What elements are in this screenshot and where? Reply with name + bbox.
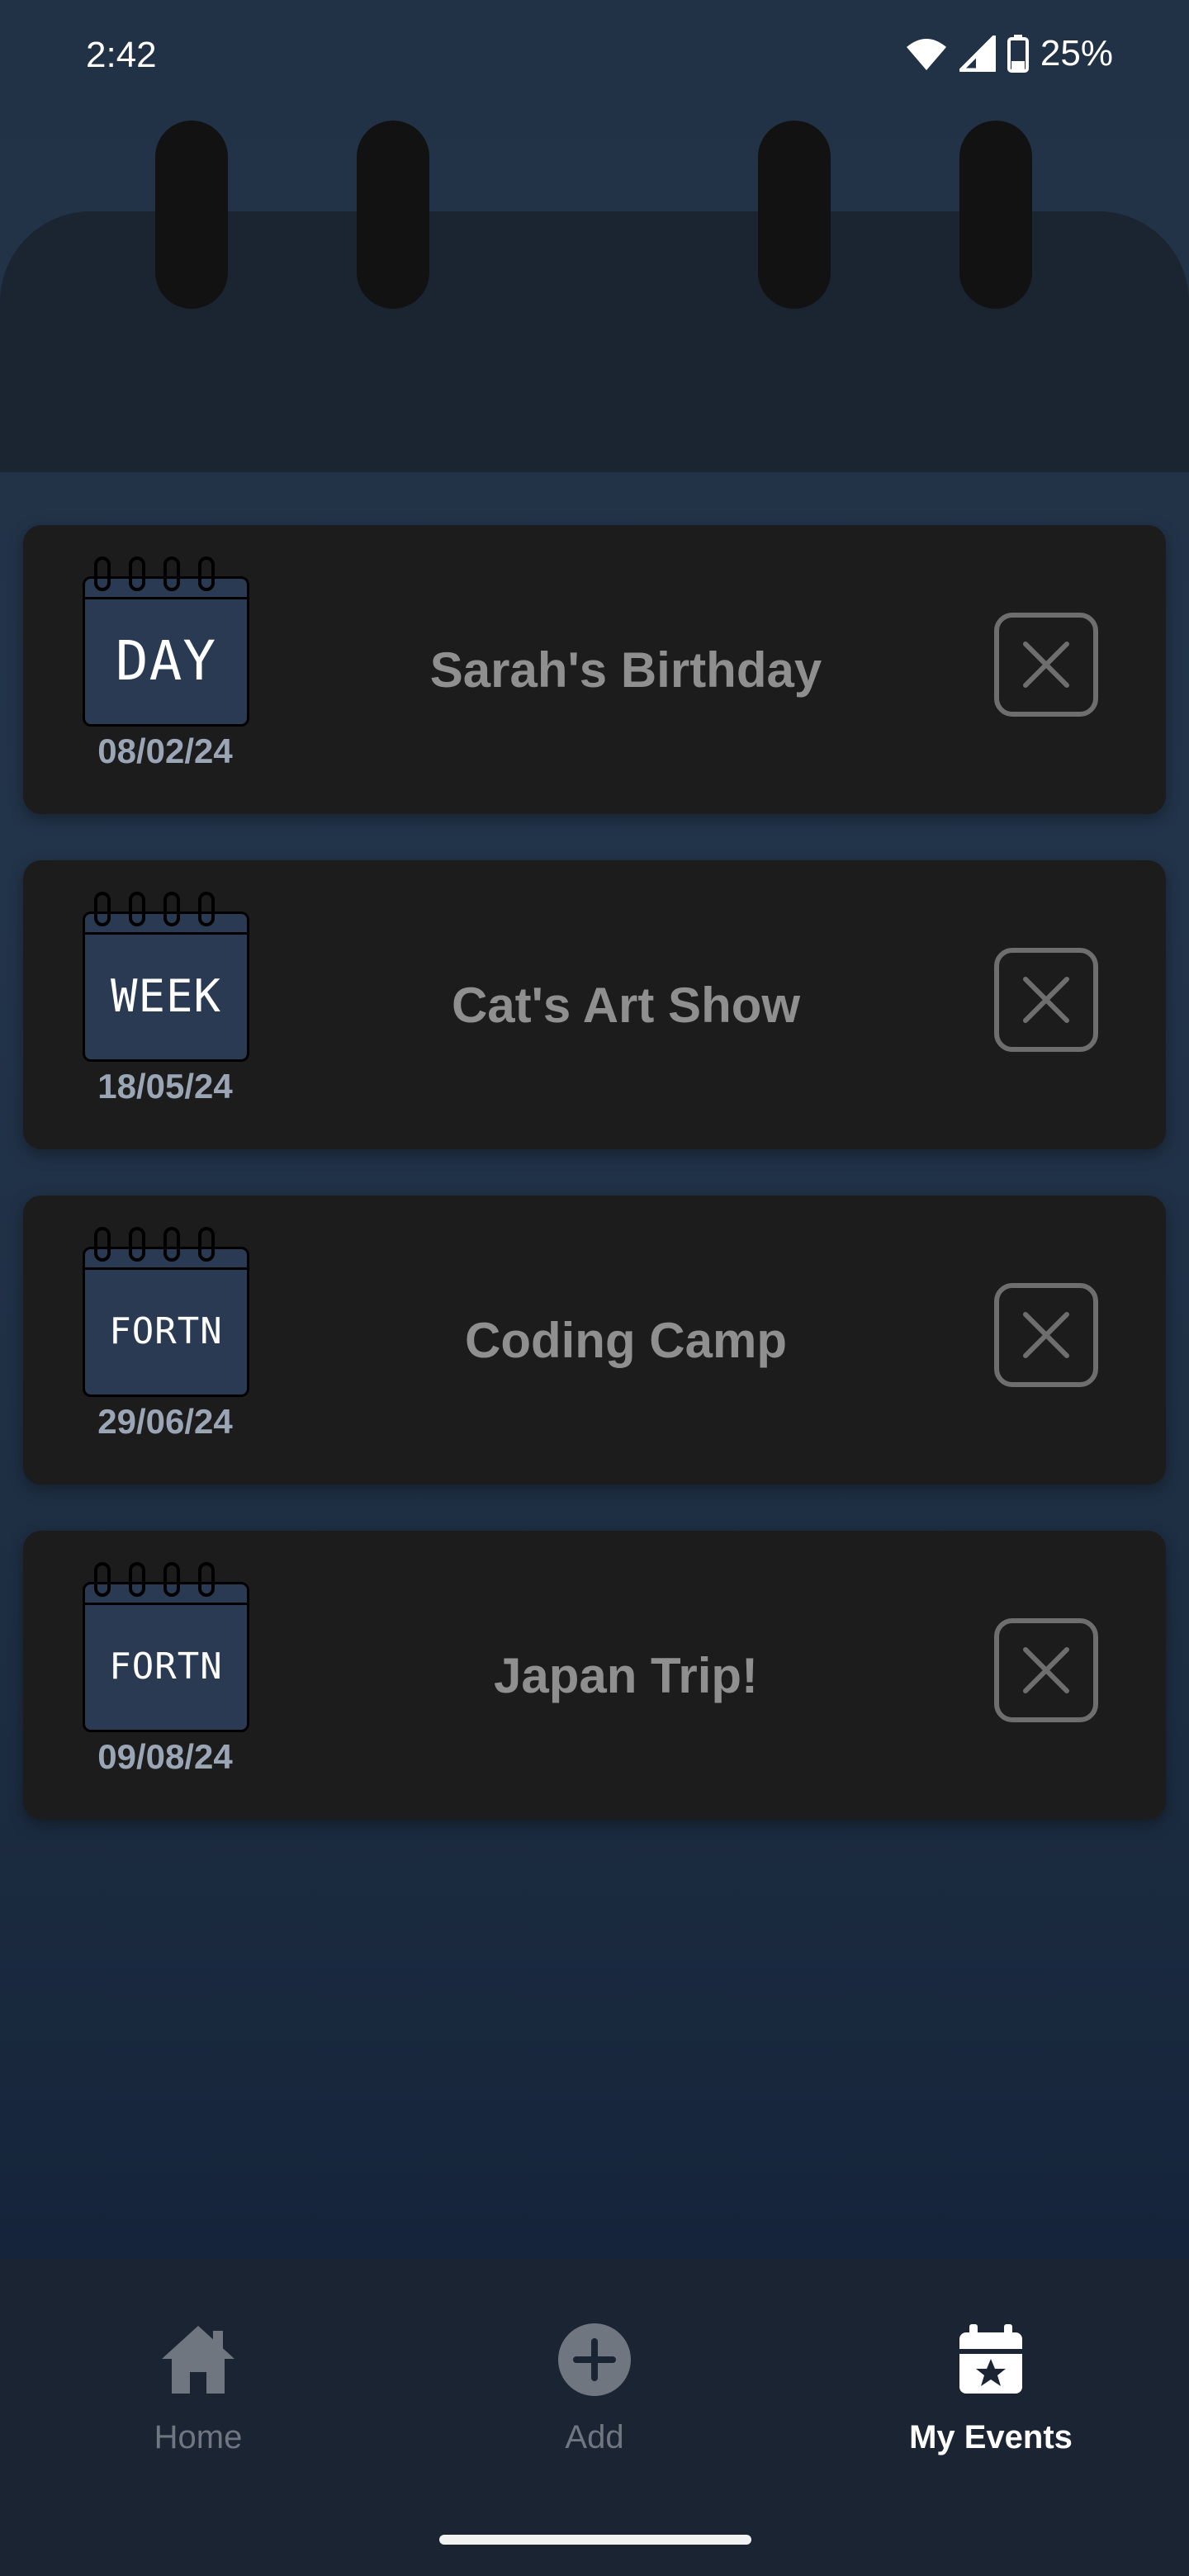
gesture-bar[interactable] xyxy=(439,2535,751,2545)
nav-item-my-events[interactable]: My Events xyxy=(793,2259,1189,2474)
close-icon xyxy=(1023,1312,1069,1358)
wifi-icon xyxy=(906,39,946,70)
event-title: Cat's Art Show xyxy=(451,977,801,1033)
event-period: FORTN xyxy=(109,1309,223,1352)
event-period: WEEK xyxy=(110,969,222,1022)
event-period: DAY xyxy=(115,628,217,693)
status-bar: 2:42 25% xyxy=(0,0,1189,116)
calendar-icon: FORTN xyxy=(83,1562,249,1732)
delete-event-button[interactable] xyxy=(994,613,1098,717)
event-title: Sarah's Birthday xyxy=(429,642,822,698)
calendar-icon: FORTN xyxy=(83,1227,249,1397)
bottom-navigation: Home Add My Events xyxy=(0,2259,1189,2576)
event-date: 09/08/24 xyxy=(97,1737,233,1776)
event-date: 29/06/24 xyxy=(97,1402,233,1441)
nav-item-home[interactable]: Home xyxy=(0,2259,396,2474)
battery-percent: 25% xyxy=(1040,33,1113,73)
calendar-icon: WEEK xyxy=(83,892,249,1062)
delete-event-button[interactable] xyxy=(994,1283,1098,1387)
status-time: 2:42 xyxy=(86,35,157,75)
nav-label-add: Add xyxy=(565,2419,624,2455)
event-title: Coding Camp xyxy=(465,1312,787,1368)
event-title: Japan Trip! xyxy=(493,1647,759,1703)
nav-item-add[interactable]: Add xyxy=(396,2259,793,2474)
event-card[interactable]: DAY 08/02/24 Sarah's Birthday xyxy=(23,525,1166,814)
delete-event-button[interactable] xyxy=(994,1618,1098,1722)
close-icon xyxy=(1023,1647,1069,1693)
home-icon xyxy=(162,2326,234,2394)
event-card[interactable]: WEEK 18/05/24 Cat's Art Show xyxy=(23,860,1166,1149)
event-date: 18/05/24 xyxy=(97,1067,233,1106)
battery-icon xyxy=(1007,35,1029,73)
signal-icon xyxy=(959,36,996,72)
binder-ring xyxy=(155,121,228,309)
event-date: 08/02/24 xyxy=(97,732,233,770)
binder-ring xyxy=(959,121,1032,309)
nav-label-home: Home xyxy=(154,2419,243,2455)
event-period: FORTN xyxy=(109,1645,223,1688)
add-circle-icon xyxy=(558,2323,631,2396)
calendar-star-icon xyxy=(959,2324,1022,2394)
delete-event-button[interactable] xyxy=(994,948,1098,1052)
status-icons: 25% xyxy=(905,33,1113,74)
nav-label-my-events: My Events xyxy=(909,2419,1073,2455)
event-card[interactable]: FORTN 29/06/24 Coding Camp xyxy=(23,1196,1166,1485)
calendar-icon: DAY xyxy=(83,556,249,727)
close-icon xyxy=(1023,977,1069,1023)
binder-ring xyxy=(758,121,831,309)
close-icon xyxy=(1023,642,1069,688)
event-card[interactable]: FORTN 09/08/24 Japan Trip! xyxy=(23,1531,1166,1820)
binder-ring xyxy=(357,121,429,309)
